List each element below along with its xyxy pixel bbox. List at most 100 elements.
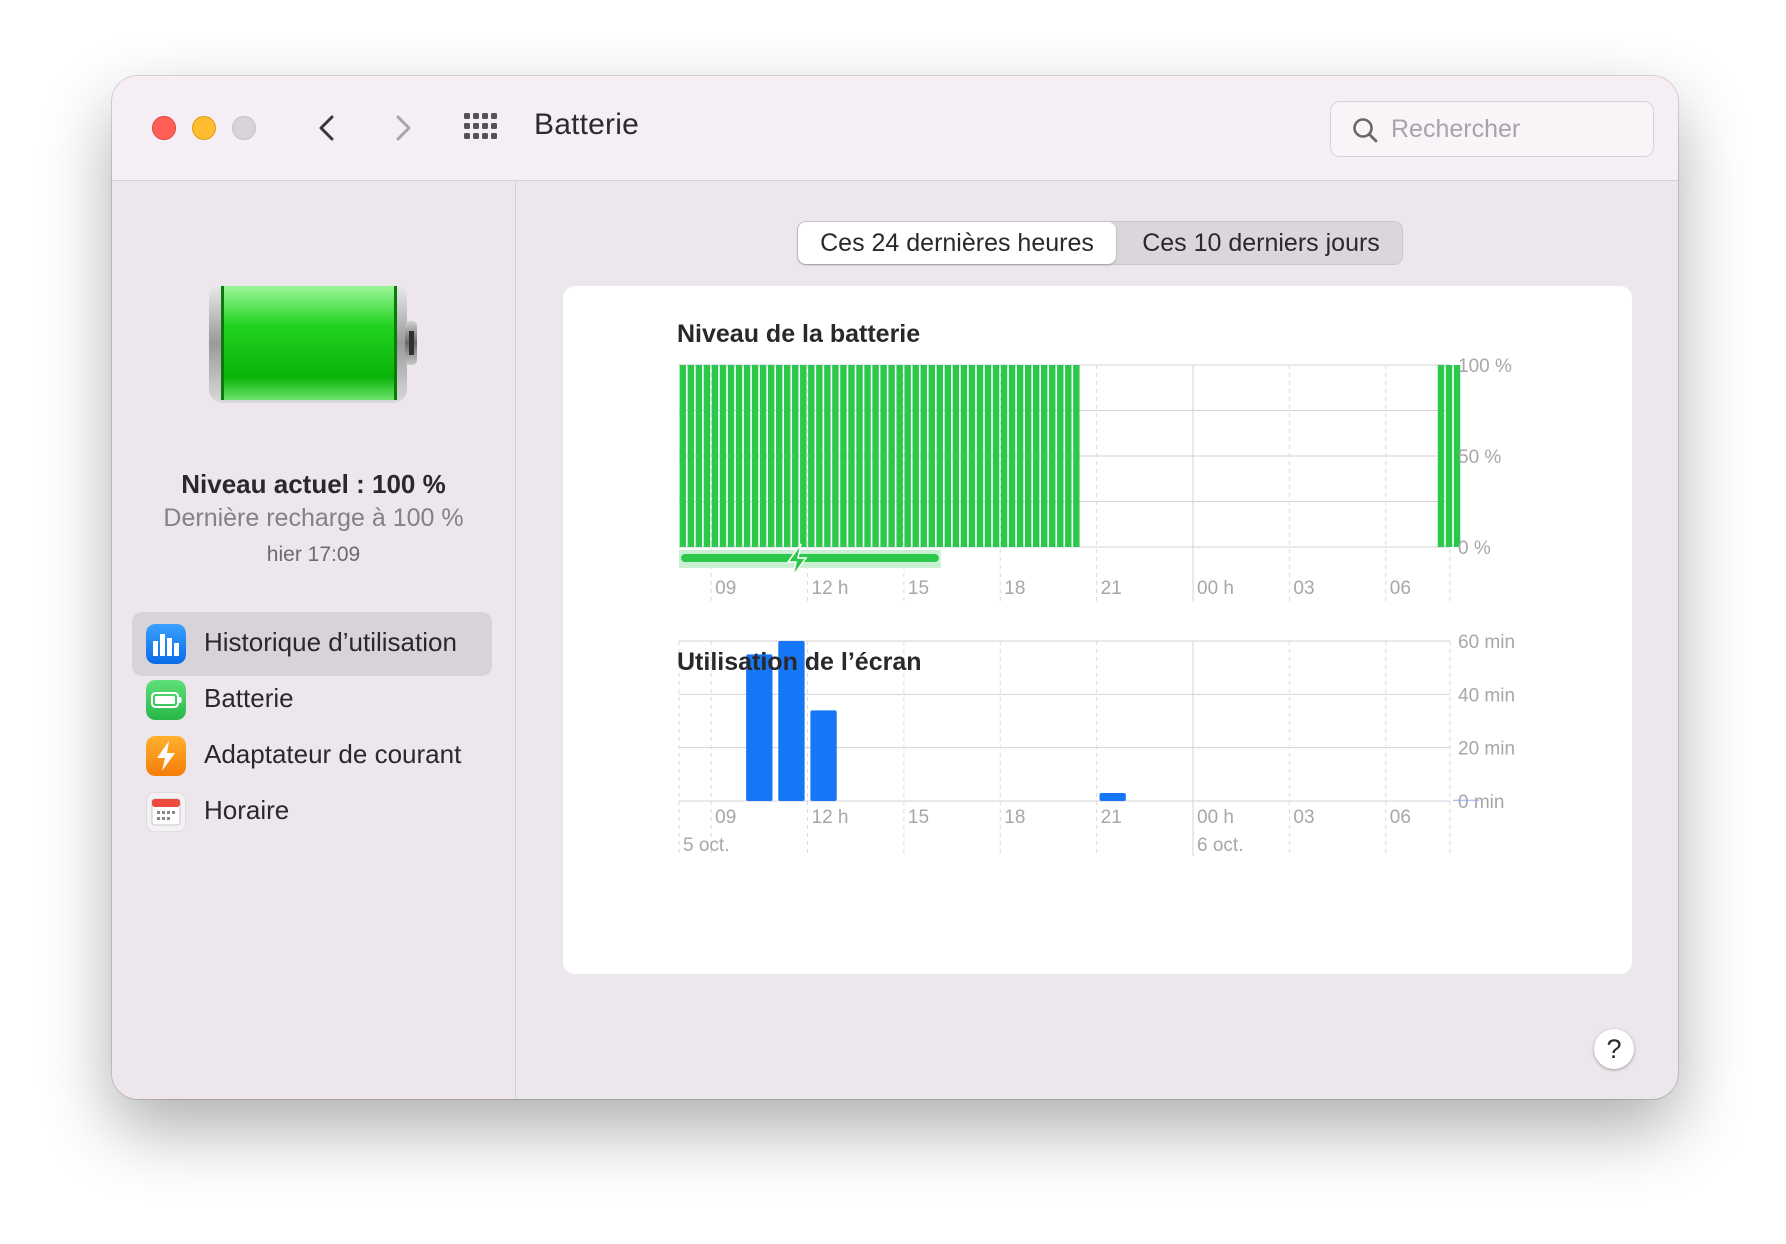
last-recharge-time: hier 17:09 [266,543,361,566]
battery-y-tick-label: 50 % [1458,447,1501,468]
battery-level-bar [936,365,944,547]
battery-level-bar [1065,365,1072,547]
battery-level-bar [808,365,815,547]
battery-level-bar [880,365,887,547]
battery-level-bar [1049,365,1056,547]
forward-button[interactable] [382,108,422,148]
back-button[interactable] [308,108,348,148]
battery-level-bar [1073,365,1080,547]
charts-canvas: 100 % 50 % 0 % 09 12 h 15 18 21 00 h 03 06 60 min 40… [678,356,1515,856]
battery-level-bar [824,365,831,547]
battery-level-bar [904,365,911,547]
screen-y-tick-label: 0 min [1458,792,1504,813]
battery-level-bar [872,365,879,547]
screen-usage-bar [1099,793,1126,801]
sidebar-item-label: Batterie [204,683,294,713]
sidebar: Niveau actuel : 100 % Dernière recharge … [112,181,516,1099]
battery-level-bar [1041,365,1048,547]
battery-level-bar [719,365,727,547]
sidebar-item-battery[interactable]: Batterie [132,668,492,732]
battery-x-tick-label: 15 [908,578,929,599]
help-button[interactable]: ? [1594,1029,1634,1069]
battery-level-bar [679,365,687,547]
time-range-segmented-control: Ces 24 dernières heures Ces 10 derniers … [797,221,1403,265]
battery-level-bar [784,365,791,547]
battery-level-bar [992,365,1000,547]
chevron-right-icon [396,115,411,141]
battery-level-bar [792,365,799,547]
screen-x-tick-label: 09 [715,807,736,828]
battery-y-tick-label: 0 % [1458,538,1491,559]
battery-level-bar [767,365,775,547]
battery-icon [146,680,186,720]
zoom-button[interactable] [232,116,256,140]
battery-level-bar [800,365,807,547]
close-button[interactable] [152,116,176,140]
screen-chart-title: Utilisation de l’écran [677,648,922,676]
battery-x-tick-label: 21 [1101,578,1122,599]
battery-level-bar [888,365,895,547]
tab-last-24-hours[interactable]: Ces 24 dernières heures [798,222,1116,264]
battery-level-bar [695,365,703,547]
search-icon [1353,118,1378,143]
battery-level-bar [1032,365,1040,547]
battery-level-bar [816,365,823,547]
battery-x-tick-label: 00 h [1197,578,1234,599]
battery-level-bar [759,365,767,547]
screen-usage-bar [810,710,837,801]
battery-level-bar [687,365,695,547]
battery-x-tick-label: 03 [1293,578,1314,599]
chevron-left-icon [319,115,334,141]
screen-x-tick-label: 21 [1101,807,1122,828]
sidebar-item-power-adapter[interactable]: Adaptateur de courant [132,724,492,788]
charts-card: 100 % 50 % 0 % 09 12 h 15 18 21 00 h 03 06 60 min 40… [563,286,1632,974]
battery-level-bar [743,365,751,547]
current-level-text: Niveau actuel : 100 % [181,469,446,499]
charging-bar [681,554,939,562]
screen-y-tick-label: 40 min [1458,685,1515,706]
sidebar-item-schedule[interactable]: Horaire [132,780,492,844]
screen-x-tick-label: 03 [1293,807,1314,828]
battery-level-bar [848,365,855,547]
usage-history-icon [146,624,186,664]
battery-level-bar [920,365,927,547]
battery-level-bar [1000,365,1008,547]
main-panel: Ces 24 dernières heures Ces 10 derniers … [516,181,1678,1099]
battery-level-bar [751,365,759,547]
tab-last-10-days[interactable]: Ces 10 derniers jours [1120,222,1402,264]
battery-level-bar [703,365,711,547]
screen-x-tick-label: 18 [1004,807,1025,828]
battery-level-bar [960,365,968,547]
title-bar: Batterie Rechercher [112,76,1678,181]
sidebar-item-usage-history[interactable]: Historique d’utilisation [132,612,492,676]
battery-level-bar [775,365,783,547]
screen-x-tick-label: 00 h [1197,807,1234,828]
system-preferences-window: Batterie Rechercher Niveau actuel: 100 … [112,76,1678,1099]
battery-level-bar [1057,365,1064,547]
battery-x-tick-label: 09 [715,578,736,599]
screen-date-label: 5 oct. [683,835,729,856]
battery-level-bar [727,365,735,547]
minimize-button[interactable] [192,116,216,140]
battery-x-tick-label: 06 [1390,578,1411,599]
battery-level-bar [864,365,871,547]
charging-bolt-icon [786,543,808,577]
screen-y-tick-label: 60 min [1458,632,1515,653]
screen-y-tick-label: 20 min [1458,739,1515,760]
battery-level-bar [1008,365,1016,547]
show-all-button[interactable] [462,110,500,148]
window-title: Batterie [534,108,639,141]
battery-chart-title: Niveau de la batterie [677,320,921,348]
battery-level-bar [711,365,719,547]
power-adapter-icon [146,736,186,776]
battery-x-tick-label: 12 h [812,578,849,599]
search-placeholder: Rechercher [1391,115,1521,143]
battery-level-bar [840,365,847,547]
battery-level-icon [209,283,417,403]
battery-level-bar [1437,365,1445,547]
battery-level-bar [928,365,935,547]
battery-y-tick-label: 100 % [1458,356,1512,377]
last-recharge-text: Dernière recharge à 100 % [163,504,464,532]
search-field[interactable]: Rechercher [1330,101,1654,157]
battery-level-bar [1024,365,1032,547]
